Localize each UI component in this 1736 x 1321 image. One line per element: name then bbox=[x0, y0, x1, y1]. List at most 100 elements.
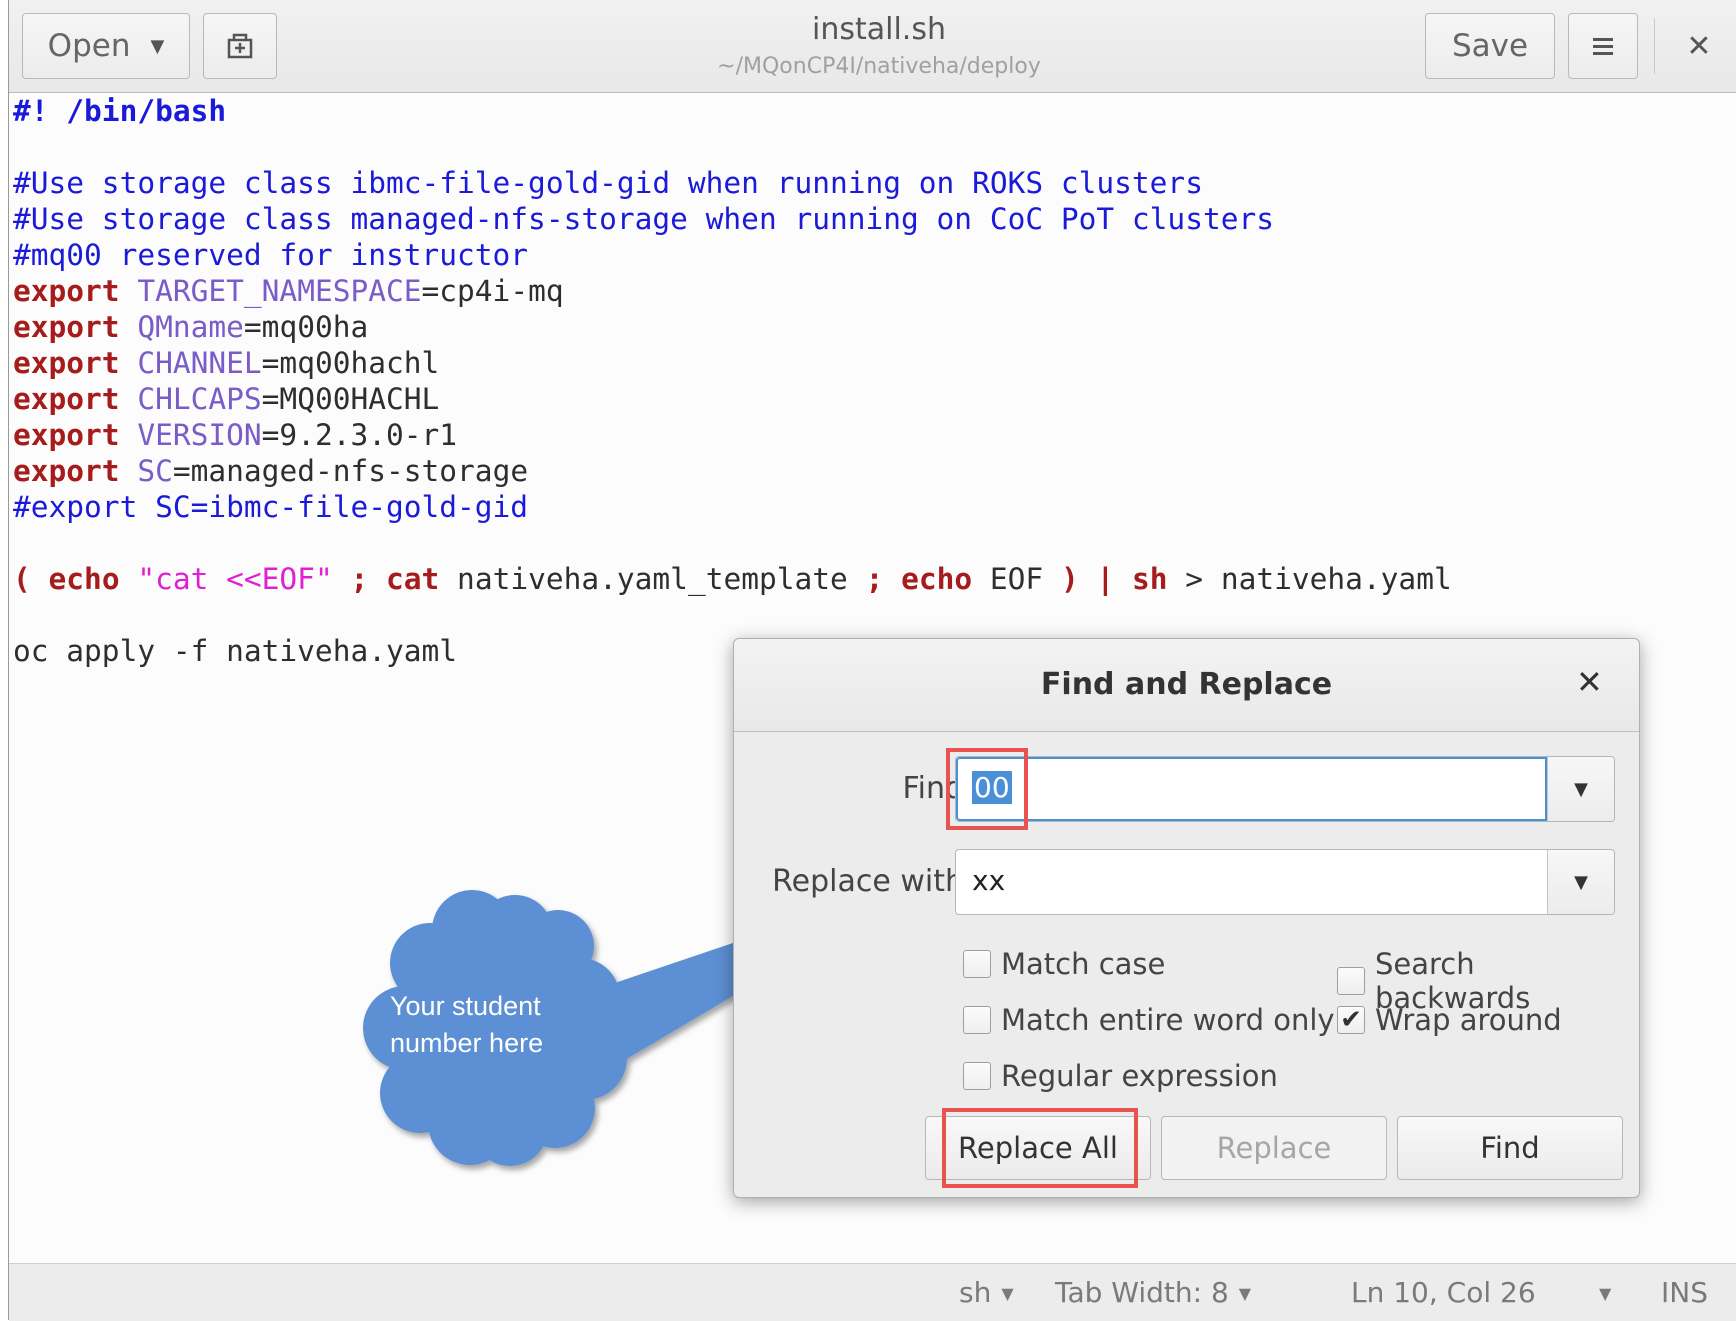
insert-mode-label: INS bbox=[1661, 1276, 1708, 1309]
new-document-button[interactable] bbox=[203, 13, 277, 79]
header-separator bbox=[1654, 18, 1655, 74]
cursor-position[interactable]: Ln 10, Col 26 bbox=[1351, 1276, 1536, 1310]
checkbox-box bbox=[963, 1006, 991, 1034]
var-value: =managed-nfs-storage bbox=[172, 454, 529, 488]
header-bar: Open ▼ install.sh ~/MQonCP4I/nativeha/de… bbox=[9, 0, 1736, 93]
entire-word-label: Match entire word only bbox=[1001, 1003, 1335, 1037]
language-label: sh bbox=[959, 1276, 992, 1309]
wrap-around-label: Wrap around bbox=[1375, 1003, 1562, 1037]
export-keyword: export bbox=[13, 274, 120, 308]
code-line-9: export CHLCAPS=MQ00HACHL bbox=[13, 381, 439, 417]
var-name: TARGET_NAMESPACE bbox=[137, 274, 422, 308]
var-name: QMname bbox=[137, 310, 244, 344]
window-subtitle: ~/MQonCP4I/nativeha/deploy bbox=[717, 54, 1041, 79]
paren-open: ( bbox=[13, 562, 49, 596]
open-label: Open bbox=[47, 28, 131, 64]
chevron-down-icon: ▼ bbox=[150, 35, 165, 57]
find-combo[interactable]: 00 ▼ bbox=[955, 756, 1615, 822]
checkbox-box bbox=[963, 1062, 991, 1090]
wrap-around-checkbox[interactable]: ✔ Wrap around bbox=[1337, 1003, 1562, 1037]
pipe-operator: | bbox=[1078, 562, 1115, 596]
new-document-icon bbox=[227, 33, 253, 59]
save-button[interactable]: Save bbox=[1425, 13, 1555, 79]
find-highlight-box bbox=[946, 748, 1028, 830]
find-button-label: Find bbox=[1480, 1131, 1540, 1165]
code-line-6: export TARGET_NAMESPACE=cp4i-mq bbox=[13, 273, 564, 309]
code-line-4: #Use storage class managed-nfs-storage w… bbox=[13, 202, 1274, 236]
replace-history-dropdown[interactable]: ▼ bbox=[1547, 850, 1614, 914]
code-line-12: #export SC=ibmc-file-gold-gid bbox=[13, 490, 529, 524]
var-name: CHANNEL bbox=[137, 346, 262, 380]
export-keyword: export bbox=[13, 454, 120, 488]
callout-line-2: number here bbox=[390, 1028, 544, 1058]
chevron-down-icon: ▼ bbox=[1238, 1284, 1252, 1303]
replace-all-highlight-box bbox=[942, 1108, 1138, 1188]
chevron-down-icon: ▼ bbox=[1574, 871, 1588, 893]
code-line-16: oc apply -f nativeha.yaml bbox=[13, 634, 458, 668]
close-icon: ✕ bbox=[1576, 663, 1603, 701]
code-line-11: export SC=managed-nfs-storage bbox=[13, 453, 528, 489]
regex-checkbox[interactable]: Regular expression bbox=[963, 1059, 1278, 1093]
var-value: =cp4i-mq bbox=[421, 274, 564, 308]
find-input[interactable] bbox=[956, 757, 1547, 821]
checkmark-icon: ✔ bbox=[1340, 1005, 1362, 1035]
find-button[interactable]: Find bbox=[1397, 1116, 1623, 1180]
checkbox-box bbox=[1337, 967, 1365, 995]
replace-label: Replace with bbox=[772, 864, 964, 899]
replace-combo[interactable]: xx ▼ bbox=[955, 849, 1615, 915]
var-value: =MQ00HACHL bbox=[261, 382, 440, 416]
chevron-down-icon: ▼ bbox=[1599, 1284, 1612, 1303]
cursor-position-label: Ln 10, Col 26 bbox=[1351, 1276, 1536, 1309]
code-line-7: export QMname=mq00ha bbox=[13, 309, 368, 345]
find-label: Find bbox=[902, 771, 964, 806]
find-replace-dialog: Find and Replace ✕ Find 00 ▼ Replace wit… bbox=[733, 638, 1640, 1198]
chevron-down-icon: ▼ bbox=[1001, 1284, 1014, 1303]
close-icon: ✕ bbox=[1686, 28, 1712, 64]
match-case-label: Match case bbox=[1001, 947, 1166, 981]
match-case-checkbox[interactable]: Match case bbox=[963, 947, 1165, 981]
var-name: CHLCAPS bbox=[137, 382, 262, 416]
hamburger-menu-icon bbox=[1593, 38, 1613, 55]
tab-width-selector[interactable]: Tab Width: 8 ▼ bbox=[1055, 1276, 1251, 1311]
replace-input[interactable]: xx bbox=[972, 864, 1005, 897]
paren-close: ) bbox=[1060, 562, 1079, 596]
checkbox-box: ✔ bbox=[1337, 1005, 1365, 1035]
replace-button[interactable]: Replace bbox=[1161, 1116, 1387, 1180]
code-line-8: export CHANNEL=mq00hachl bbox=[13, 345, 439, 381]
position-menu-chevron[interactable]: ▼ bbox=[1589, 1276, 1611, 1311]
export-keyword: export bbox=[13, 418, 120, 452]
echo-keyword: echo bbox=[48, 562, 120, 596]
window-close-button[interactable]: ✕ bbox=[1664, 13, 1734, 79]
var-value: =mq00hachl bbox=[261, 346, 440, 380]
export-keyword: export bbox=[13, 346, 120, 380]
sh-keyword: sh bbox=[1114, 562, 1168, 596]
eof-token: EOF bbox=[972, 562, 1061, 596]
find-history-dropdown[interactable]: ▼ bbox=[1547, 757, 1614, 821]
export-keyword: export bbox=[13, 382, 120, 416]
semicolon: ; bbox=[332, 562, 369, 596]
semicolon: ; bbox=[865, 562, 884, 596]
string-literal: "cat <<EOF" bbox=[119, 562, 333, 596]
code-line-10: export VERSION=9.2.3.0-r1 bbox=[13, 417, 457, 453]
hamburger-menu-button[interactable] bbox=[1568, 13, 1638, 79]
language-selector[interactable]: sh ▼ bbox=[959, 1276, 1014, 1311]
checkbox-box bbox=[963, 950, 991, 978]
code-line-3: #Use storage class ibmc-file-gold-gid wh… bbox=[13, 166, 1203, 200]
redirect-target: > nativeha.yaml bbox=[1167, 562, 1452, 596]
code-line-14: ( echo "cat <<EOF" ; cat nativeha.yaml_t… bbox=[13, 561, 1452, 597]
tab-width-label: Tab Width: 8 bbox=[1055, 1276, 1229, 1309]
open-button[interactable]: Open ▼ bbox=[22, 13, 190, 79]
window-title-block: install.sh ~/MQonCP4I/nativeha/deploy bbox=[609, 12, 1149, 82]
var-name: SC bbox=[137, 454, 173, 488]
callout-text: Your student number here bbox=[390, 988, 570, 1062]
code-line-5: #mq00 reserved for instructor bbox=[13, 238, 529, 272]
replace-button-label: Replace bbox=[1216, 1131, 1332, 1165]
save-label: Save bbox=[1451, 28, 1529, 64]
callout-line-1: Your student bbox=[390, 991, 541, 1021]
cat-keyword: cat bbox=[368, 562, 440, 596]
dialog-title: Find and Replace bbox=[1040, 667, 1333, 702]
var-value: =9.2.3.0-r1 bbox=[261, 418, 458, 452]
chevron-down-icon: ▼ bbox=[1574, 778, 1588, 800]
entire-word-checkbox[interactable]: Match entire word only bbox=[963, 1003, 1335, 1037]
dialog-close-button[interactable]: ✕ bbox=[1576, 663, 1603, 701]
